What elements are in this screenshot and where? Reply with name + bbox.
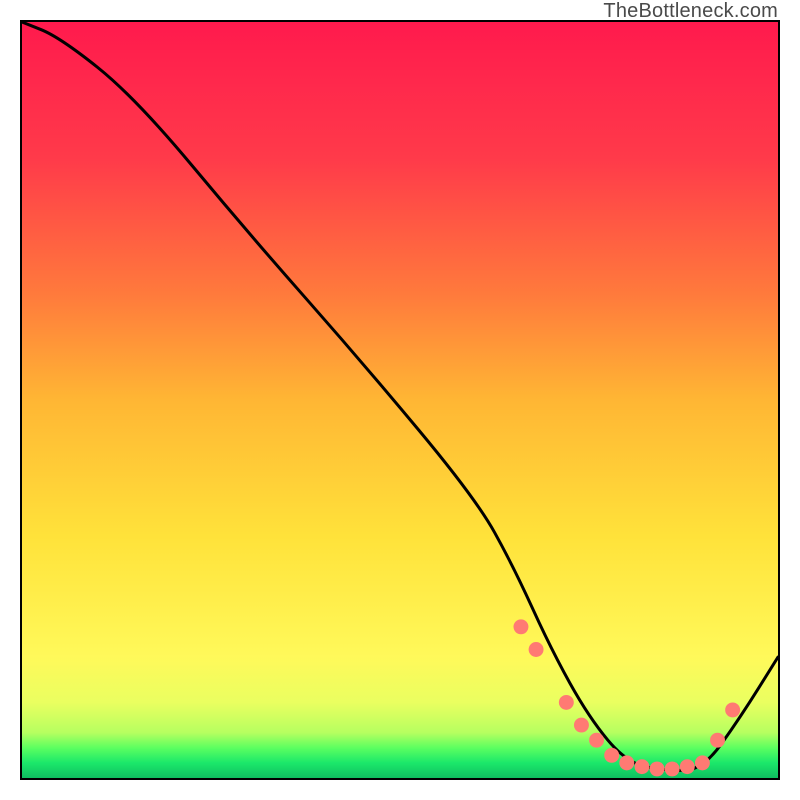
marker-point — [695, 755, 710, 770]
marker-point — [710, 733, 725, 748]
chart-stage: TheBottleneck.com — [0, 0, 800, 800]
marker-point — [650, 761, 665, 776]
marker-point — [513, 619, 528, 634]
marker-point — [559, 695, 574, 710]
bottleneck-curve — [22, 22, 778, 770]
marker-point — [574, 718, 589, 733]
marker-point — [665, 761, 680, 776]
curve-layer — [22, 22, 778, 778]
marker-point — [529, 642, 544, 657]
plot-area — [20, 20, 780, 780]
marker-point — [634, 759, 649, 774]
marker-point — [604, 748, 619, 763]
marker-point — [589, 733, 604, 748]
marker-point — [680, 759, 695, 774]
marker-point — [725, 702, 740, 717]
marker-point — [619, 755, 634, 770]
